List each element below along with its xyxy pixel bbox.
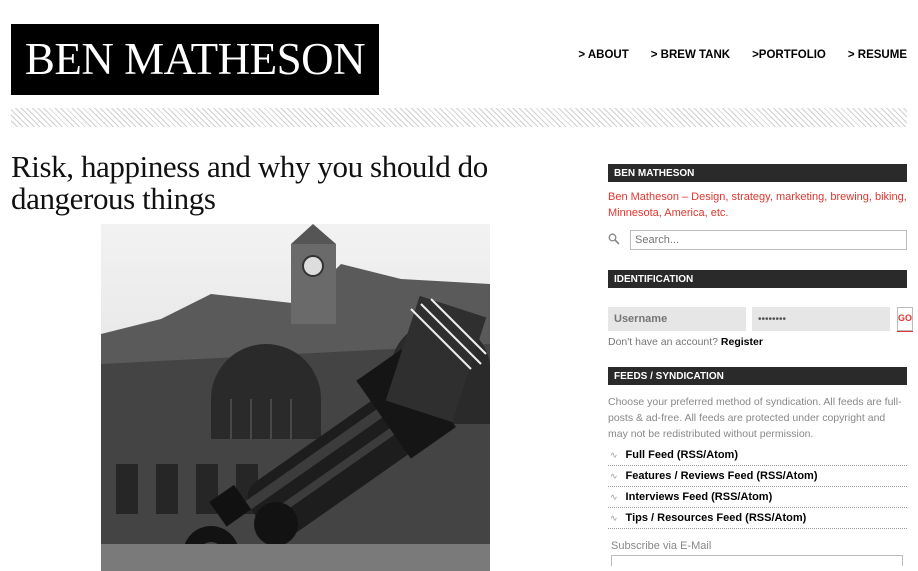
- rss-icon: ∿: [610, 470, 618, 481]
- feed-link-interviews[interactable]: ∿ Interviews Feed (RSS/Atom): [608, 487, 907, 508]
- site-logo[interactable]: BEN MATHESON: [11, 24, 379, 95]
- nav-about-link[interactable]: > ABOUT: [578, 49, 628, 61]
- username-input[interactable]: [608, 307, 746, 331]
- feeds-heading: FEEDS / SYNDICATION: [608, 367, 907, 385]
- feed-link-features[interactable]: ∿ Features / Reviews Feed (RSS/Atom): [608, 466, 907, 487]
- feed-link-full[interactable]: ∿ Full Feed (RSS/Atom): [608, 445, 907, 466]
- rss-icon: ∿: [610, 491, 618, 502]
- syndication-description: Choose your preferred method of syndicat…: [608, 396, 902, 440]
- login-form: GO: [608, 307, 914, 331]
- login-go-button[interactable]: GO: [897, 307, 914, 331]
- search-form: [608, 230, 907, 250]
- subscribe-email-label: Subscribe via E-Mail: [611, 540, 712, 552]
- nav-brew-tank-link[interactable]: > BREW TANK: [651, 49, 730, 61]
- subscribe-email-input[interactable]: [611, 555, 903, 566]
- sidebar-about-heading: BEN MATHESON: [608, 164, 907, 182]
- main-nav: > ABOUT > BREW TANK >PORTFOLIO > RESUME: [578, 49, 907, 61]
- post-title[interactable]: Risk, happiness and why you should do da…: [11, 151, 571, 215]
- nav-resume-link[interactable]: > RESUME: [848, 49, 907, 61]
- feed-link-label: Features / Reviews Feed (RSS/Atom): [625, 470, 818, 482]
- search-icon: [608, 233, 630, 248]
- register-prompt-text: Don't have an account?: [608, 336, 718, 348]
- search-input[interactable]: [630, 230, 907, 250]
- password-input[interactable]: [752, 307, 890, 331]
- train-wreck-photo: [101, 224, 490, 571]
- feed-link-label: Full Feed (RSS/Atom): [625, 449, 738, 461]
- nav-portfolio-link[interactable]: >PORTFOLIO: [752, 49, 826, 61]
- post-image: [101, 224, 490, 571]
- rss-icon: ∿: [610, 512, 618, 523]
- rss-icon: ∿: [610, 449, 618, 460]
- sidebar: BEN MATHESON Ben Matheson – Design, stra…: [608, 164, 914, 566]
- register-prompt: Don't have an account? Register: [608, 336, 907, 348]
- decorative-stripe-divider: [11, 108, 907, 127]
- site-tagline: Ben Matheson – Design, strategy, marketi…: [608, 191, 907, 219]
- identification-heading: IDENTIFICATION: [608, 270, 907, 288]
- feed-link-label: Interviews Feed (RSS/Atom): [625, 491, 773, 503]
- feed-link-tips[interactable]: ∿ Tips / Resources Feed (RSS/Atom): [608, 508, 907, 529]
- register-link[interactable]: Register: [721, 336, 763, 348]
- feed-list: ∿ Full Feed (RSS/Atom) ∿ Features / Revi…: [608, 445, 907, 529]
- feed-link-label: Tips / Resources Feed (RSS/Atom): [625, 512, 807, 524]
